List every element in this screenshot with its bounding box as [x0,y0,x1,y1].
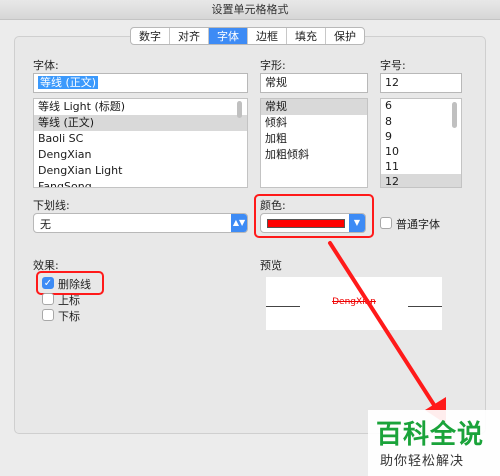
annotation-arrow [328,241,446,424]
annotation-arrow-shaft [328,241,438,410]
watermark-brand: 百科全说 [376,420,485,450]
watermark: 百科全说 助你轻松解决 [368,410,500,476]
watermark-slogan: 助你轻松解决 [380,454,465,469]
